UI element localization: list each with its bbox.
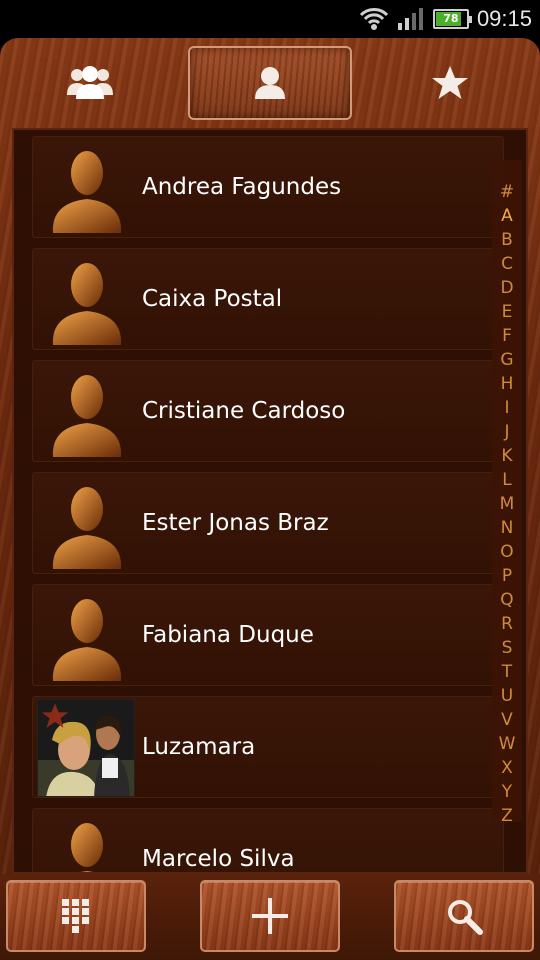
battery-icon: 78 <box>432 9 472 29</box>
index-letter[interactable]: U <box>501 684 513 708</box>
index-letter[interactable]: X <box>501 756 513 780</box>
star-icon <box>432 66 468 99</box>
index-letter[interactable]: # <box>500 180 514 204</box>
index-letter[interactable]: W <box>499 732 516 756</box>
tab-bar <box>0 38 540 128</box>
index-letter[interactable]: J <box>504 420 509 444</box>
person-icon <box>255 67 285 99</box>
contact-name: Andrea Fagundes <box>142 174 342 200</box>
index-letter[interactable]: Y <box>502 780 512 804</box>
index-letter[interactable]: Q <box>500 588 513 612</box>
status-bar: 78 09:15 <box>0 0 540 38</box>
contact-row[interactable]: Cristiane Cardoso <box>32 360 504 462</box>
contact-name: Ester Jonas Braz <box>142 510 329 536</box>
index-letter[interactable]: Z <box>501 804 513 828</box>
contact-name: Fabiana Duque <box>142 622 314 648</box>
contact-row[interactable]: Marcelo Silva <box>32 808 504 872</box>
add-contact-button[interactable] <box>200 880 340 952</box>
index-letter[interactable]: M <box>500 492 515 516</box>
plus-icon <box>252 898 288 934</box>
tab-groups[interactable] <box>10 46 170 120</box>
tab-people[interactable] <box>188 46 352 120</box>
contact-photo <box>37 699 135 797</box>
index-letter[interactable]: P <box>502 564 512 588</box>
default-avatar-icon <box>47 143 127 233</box>
contact-name: Caixa Postal <box>142 286 283 312</box>
index-letter[interactable]: O <box>500 540 513 564</box>
dialpad-icon <box>62 899 89 933</box>
index-letter[interactable]: B <box>501 228 513 252</box>
contact-row[interactable]: Caixa Postal <box>32 248 504 350</box>
status-icons: 78 09:15 <box>359 4 532 34</box>
contact-row[interactable]: Fabiana Duque <box>32 584 504 686</box>
index-letter[interactable]: V <box>501 708 513 732</box>
groups-icon <box>67 66 113 99</box>
default-avatar-icon <box>47 255 127 345</box>
bottom-action-bar <box>0 874 540 960</box>
index-letter[interactable]: L <box>502 468 511 492</box>
index-letter[interactable]: K <box>501 444 512 468</box>
index-letter[interactable]: N <box>501 516 514 540</box>
default-avatar-icon <box>47 367 127 457</box>
search-icon <box>448 900 483 935</box>
index-letter[interactable]: S <box>502 636 513 660</box>
favorite-star-icon <box>41 703 69 728</box>
index-letter[interactable]: C <box>501 252 513 276</box>
index-letter[interactable]: A <box>501 204 513 228</box>
contact-row[interactable]: Ester Jonas Braz <box>32 472 504 574</box>
clock: 09:15 <box>476 6 532 31</box>
default-avatar-icon <box>47 479 127 569</box>
contact-row[interactable]: Andrea Fagundes <box>32 136 504 238</box>
signal-icon <box>397 8 423 30</box>
index-letter[interactable]: T <box>502 660 512 684</box>
index-letter[interactable]: E <box>502 300 513 324</box>
contact-row[interactable]: Luzamara <box>32 696 504 798</box>
index-letter[interactable]: F <box>502 324 512 348</box>
index-letter[interactable]: G <box>500 348 513 372</box>
contact-name: Cristiane Cardoso <box>142 398 346 424</box>
search-button[interactable] <box>394 880 534 952</box>
index-letter[interactable]: I <box>504 396 509 420</box>
alphabet-index[interactable]: # A B C D E F G H I J K L M N O P Q R S … <box>492 160 522 826</box>
default-avatar-icon <box>47 815 127 872</box>
battery-level: 78 <box>443 12 459 25</box>
dialpad-button[interactable] <box>6 880 146 952</box>
index-letter[interactable]: R <box>501 612 513 636</box>
contact-name: Marcelo Silva <box>142 846 295 872</box>
index-letter[interactable]: D <box>500 276 513 300</box>
contact-name: Luzamara <box>142 734 256 760</box>
contact-list[interactable]: Andrea Fagundes Caixa Postal Cristiane C… <box>12 128 528 874</box>
wifi-icon <box>359 8 389 30</box>
tab-favorites[interactable] <box>370 46 530 120</box>
index-letter[interactable]: H <box>501 372 514 396</box>
default-avatar-icon <box>47 591 127 681</box>
